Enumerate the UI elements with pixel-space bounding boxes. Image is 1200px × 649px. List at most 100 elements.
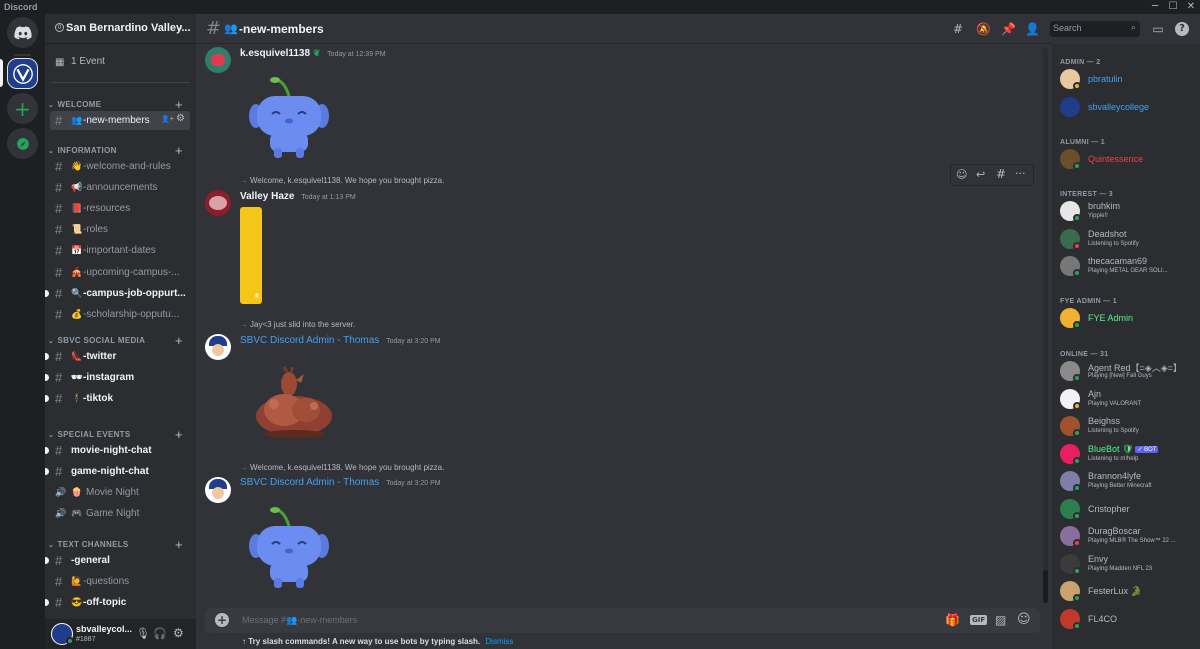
explore-servers-icon[interactable] [7, 128, 38, 159]
invite-icon[interactable]: 👤+ [161, 115, 174, 123]
sticker-icon[interactable]: ▨ [995, 613, 1006, 627]
add-server-icon[interactable]: + [7, 93, 38, 124]
member-item[interactable]: BlueBot 🛡 ✓ BOT Listening to m!help [1058, 443, 1194, 469]
member-item[interactable]: Agent Red【=◈︿◈=】 Playing [New] Fall Guys [1058, 360, 1194, 386]
maximize-icon[interactable]: ☐ [1164, 0, 1182, 14]
member-item[interactable]: Deadshot Listening to Spotify [1058, 228, 1194, 254]
member-item[interactable]: Brannon4lyfe Playing Better Minecraft [1058, 470, 1194, 496]
member-item[interactable]: thecacaman69 Playing METAL GEAR SOLI... [1058, 255, 1194, 281]
headphones-icon[interactable]: 🎧 [153, 627, 167, 640]
avatar[interactable] [205, 47, 231, 73]
channel-item[interactable]: # 🎪 -upcoming-campus-... [50, 263, 190, 282]
create-channel-icon[interactable]: + [175, 333, 183, 348]
channel-item[interactable]: # 🙋 -questions [50, 572, 190, 591]
channel-item[interactable]: # 👠 -twitter [45, 347, 190, 366]
channel-item[interactable]: # 🕴 -tiktok [45, 389, 190, 408]
member-name: pbratulin [1088, 74, 1123, 84]
member-item[interactable]: Beighss Listening to Spotify [1058, 415, 1194, 441]
channel-item[interactable]: # 🔍 -campus-job-oppurt... [45, 284, 190, 303]
minimize-icon[interactable]: ─ [1146, 0, 1164, 14]
message-author[interactable]: Valley Haze [240, 191, 294, 202]
member-item[interactable]: bruhkim Yippie!! [1058, 200, 1194, 226]
chevron-down-icon: ⌄ [48, 542, 55, 549]
close-icon[interactable]: ✕ [1182, 0, 1200, 14]
member-item[interactable]: FYE Admin [1058, 307, 1194, 333]
pin-icon[interactable]: 📌 [1001, 22, 1016, 36]
wumpus-sticker[interactable] [248, 504, 330, 596]
add-reaction-icon[interactable]: ☺ [956, 168, 967, 181]
channel-item[interactable]: # -general [45, 551, 190, 570]
channel-item[interactable]: # 📜 -roles [50, 220, 190, 239]
gif-icon[interactable]: GIF [970, 615, 988, 625]
chicken-sticker[interactable] [254, 366, 338, 444]
reply-icon[interactable]: ↩ [976, 168, 985, 181]
avatar[interactable] [205, 334, 231, 360]
image-attachment[interactable] [240, 207, 262, 304]
channel-settings-icon[interactable]: ⚙ [176, 113, 185, 124]
member-list-icon[interactable]: 👤 [1025, 22, 1040, 36]
upload-plus-icon[interactable]: + [215, 613, 229, 627]
member-item[interactable]: Envy Playing Madden NFL 23 [1058, 553, 1194, 579]
discord-home-icon[interactable] [7, 17, 38, 48]
presence-status-icon [1073, 402, 1081, 410]
message-scrollbar-thumb[interactable] [1043, 570, 1048, 603]
channel-emoji-icon: 📜 [71, 224, 83, 235]
sbvc-server-icon[interactable] [7, 58, 38, 89]
unread-indicator [45, 557, 49, 564]
microphone-icon[interactable]: 🎙 [136, 627, 150, 640]
member-group-header: ALUMNI — 1 [1060, 139, 1105, 146]
channel-name: -announcements [83, 182, 158, 194]
member-name: FL4CO [1088, 614, 1118, 624]
channel-item[interactable]: 🔊 🍿 Movie Night [50, 483, 190, 502]
member-item[interactable]: Ajn Playing VALORANT [1058, 388, 1194, 414]
channel-item[interactable]: # 👥 -new-members 👤+ ⚙ [50, 111, 190, 130]
avatar[interactable] [205, 477, 231, 503]
member-item[interactable]: FL4CO [1058, 608, 1194, 634]
channel-emoji-icon: 🕶 [71, 372, 83, 383]
chevron-down-icon: ⌄ [175, 20, 185, 33]
channel-item[interactable]: # 😎 -off-topic [45, 593, 190, 612]
member-item[interactable]: sbvalleycollege [1058, 96, 1194, 122]
member-item[interactable]: pbratulin [1058, 68, 1194, 94]
channel-hash-icon: # [55, 391, 63, 407]
search-input[interactable]: Search ⌕ [1050, 21, 1140, 37]
create-thread-icon[interactable]: # [996, 167, 1006, 181]
member-item[interactable]: Cristopher [1058, 498, 1194, 524]
inbox-icon[interactable]: ▭ [1151, 22, 1165, 36]
create-channel-icon[interactable]: + [175, 427, 183, 442]
message-author[interactable]: SBVC Discord Admin - Thomas [240, 335, 379, 346]
channel-item[interactable]: # game-night-chat [45, 462, 190, 481]
mute-bell-icon[interactable]: 🔕 [976, 22, 991, 36]
channel-item[interactable]: # movie-night-chat [45, 441, 190, 460]
channel-item[interactable]: # 💰 -scholarship-opputu... [50, 305, 190, 324]
message-input[interactable]: + Message #👥-new-members 🎁 GIF ▨ ☺ [205, 608, 1040, 633]
events-link[interactable]: 1 Event [71, 56, 105, 67]
message-author[interactable]: SBVC Discord Admin - Thomas [240, 477, 379, 488]
channel-item[interactable]: 🔊 🎮 Game Night [50, 504, 190, 523]
channel-item[interactable]: # 📕 -resources [50, 199, 190, 218]
avatar[interactable] [205, 190, 231, 216]
help-icon[interactable]: ? [1175, 22, 1189, 36]
emoji-picker-icon[interactable]: ☺ [1017, 612, 1031, 627]
message-author[interactable]: k.esquivel1138 [240, 48, 310, 59]
server-header[interactable]: 0 San Bernardino Valley... ⌄ [45, 14, 196, 44]
more-options-icon[interactable]: ··· [1015, 167, 1026, 180]
channel-item[interactable]: # 🕶 -instagram [45, 368, 190, 387]
gift-icon[interactable]: 🎁 [945, 613, 960, 627]
channel-item[interactable]: # 👋 -welcome-and-rules [50, 157, 190, 176]
settings-gear-icon[interactable]: ⚙ [173, 626, 184, 640]
create-channel-icon[interactable]: + [175, 97, 183, 112]
channel-item[interactable]: # 📢 -announcements [50, 178, 190, 197]
channel-name: movie-night-chat [71, 445, 152, 456]
channel-item[interactable]: # 📅 -important-dates [50, 241, 190, 260]
wumpus-sticker[interactable] [248, 74, 330, 166]
channel-hash-icon: # [55, 595, 63, 611]
create-channel-icon[interactable]: + [175, 537, 183, 552]
dismiss-link[interactable]: Dismiss [485, 637, 513, 646]
member-item[interactable]: FesterLux 🐊 [1058, 580, 1194, 606]
create-channel-icon[interactable]: + [175, 143, 183, 158]
member-item[interactable]: DuragBoscar Playing MLB® The Show™ 22 ... [1058, 525, 1194, 551]
member-item[interactable]: Quintessence [1058, 148, 1194, 174]
channel-name: -scholarship-opputu... [83, 308, 180, 320]
threads-icon[interactable]: # [951, 22, 965, 36]
